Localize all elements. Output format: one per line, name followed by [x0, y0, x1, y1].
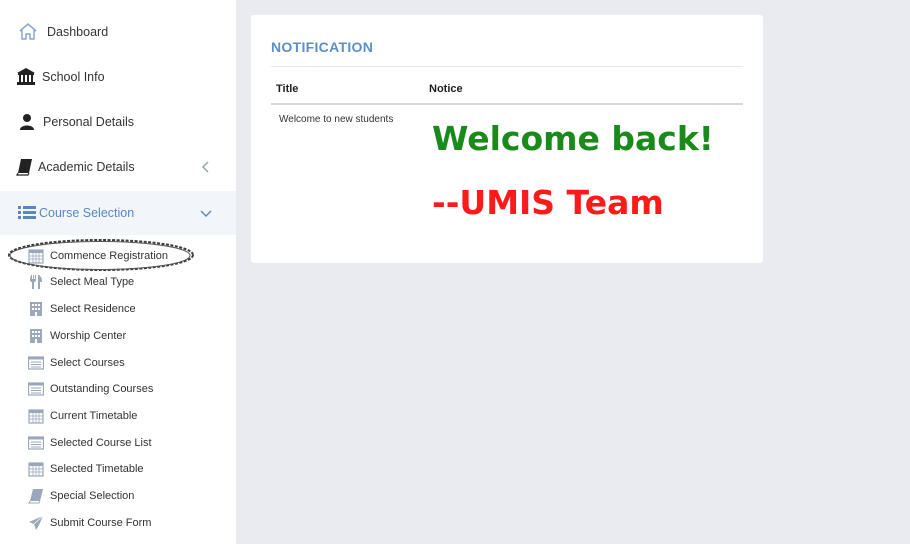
submenu-item-selected-timetable[interactable]: Selected Timetable	[0, 456, 236, 482]
calendar-icon	[27, 408, 44, 425]
sidebar-item-label: Course Selection	[39, 206, 135, 220]
submenu-item-label: Commence Registration	[50, 250, 168, 262]
sidebar-item-label: Academic Details	[38, 160, 135, 174]
submenu-item-label: Selected Timetable	[50, 463, 144, 475]
sidebar: Dashboard School Info Personal Details A…	[0, 0, 236, 544]
submenu-item-submit-course-form[interactable]: Submit Course Form	[0, 510, 236, 536]
cutlery-icon	[27, 274, 44, 291]
submenu-item-label: Worship Center	[50, 330, 127, 342]
submenu-item-outstanding-courses[interactable]: Outstanding Courses	[0, 376, 236, 402]
submenu-item-label: Select Courses	[50, 357, 125, 369]
divider	[271, 66, 743, 67]
sidebar-item-label: School Info	[42, 70, 105, 84]
notice-message-line1: Welcome back!	[432, 119, 714, 158]
sidebar-item-academic-details[interactable]: Academic Details	[0, 145, 236, 189]
book-icon	[15, 157, 35, 177]
notification-card: NOTIFICATION Title Notice Welcome to new…	[251, 15, 763, 263]
sidebar-item-dashboard[interactable]: Dashboard	[0, 10, 236, 54]
submenu-item-label: Current Timetable	[50, 410, 138, 422]
table-cell-title: Welcome to new students	[279, 114, 394, 125]
chevron-down-icon	[198, 205, 214, 221]
building-icon	[27, 328, 44, 345]
submenu-item-label: Selected Course List	[50, 437, 152, 449]
list-alt-icon	[27, 381, 44, 398]
sidebar-item-label: Dashboard	[47, 25, 109, 39]
card-title: NOTIFICATION	[271, 39, 374, 55]
building-icon	[27, 301, 44, 318]
submenu-item-select-courses[interactable]: Select Courses	[0, 350, 236, 376]
submenu-item-select-meal-type[interactable]: Select Meal Type	[0, 269, 236, 295]
submenu-item-label: Outstanding Courses	[50, 383, 154, 395]
home-icon	[18, 22, 38, 42]
submenu-item-commence-registration[interactable]: Commence Registration	[0, 243, 236, 269]
submenu-item-label: Select Meal Type	[50, 276, 135, 288]
sidebar-item-course-selection[interactable]: Course Selection	[0, 191, 236, 235]
submenu-item-label: Special Selection	[50, 490, 135, 502]
submenu-item-special-selection[interactable]: Special Selection	[0, 483, 236, 509]
submenu-item-selected-course-list[interactable]: Selected Course List	[0, 430, 236, 456]
list-alt-icon	[27, 435, 44, 452]
paper-plane-icon	[27, 515, 44, 532]
submenu-item-label: Submit Course Form	[50, 517, 152, 529]
user-icon	[17, 112, 37, 132]
notice-message-line2: --UMIS Team	[432, 183, 664, 222]
calendar-icon	[27, 248, 44, 265]
book-icon	[27, 488, 44, 505]
submenu-item-worship-center[interactable]: Worship Center	[0, 323, 236, 349]
sidebar-item-label: Personal Details	[43, 115, 135, 129]
calendar-icon	[27, 461, 44, 478]
column-header-notice: Notice	[429, 83, 463, 95]
submenu-item-select-residence[interactable]: Select Residence	[0, 296, 236, 322]
column-header-title: Title	[276, 83, 299, 95]
bank-icon	[16, 67, 36, 87]
list-icon	[17, 203, 37, 223]
sidebar-item-school-info[interactable]: School Info	[0, 55, 236, 99]
submenu-item-label: Select Residence	[50, 303, 136, 315]
sidebar-item-personal-details[interactable]: Personal Details	[0, 100, 236, 144]
list-alt-icon	[27, 355, 44, 372]
chevron-left-icon	[198, 159, 214, 175]
submenu-item-current-timetable[interactable]: Current Timetable	[0, 403, 236, 429]
header-divider	[271, 103, 743, 105]
